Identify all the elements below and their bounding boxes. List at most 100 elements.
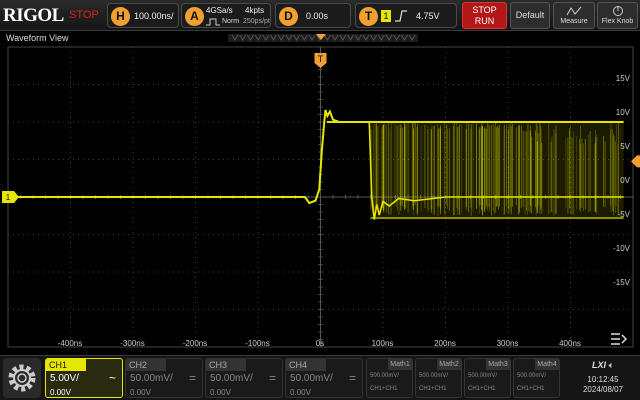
trigger-badge: T [359,7,378,26]
channel-scale: 50.00mV/ [290,373,333,384]
waveform-plot[interactable]: TT1 [0,44,640,354]
math-name: Math4 [535,359,559,370]
math-3-panel[interactable]: Math3 500.00mV/CH1+CH1 [464,358,511,398]
bottom-toolbar: CH1 5.00V/ ~0.00V CH2 50.00mV/ = 0.00V CH3 50.00… [0,355,640,400]
measure-icon [566,6,582,16]
measure-label: Measure [560,18,588,25]
settings-gear-button[interactable] [3,358,41,398]
x-axis-label: -300ns [120,339,145,348]
x-axis-label: 200ns [434,339,456,348]
math-2-panel[interactable]: Math2 500.00mV/CH1+CH1 [415,358,462,398]
ch1-trace [8,109,371,205]
math-operation: CH1+CH1 [517,386,545,392]
acquire-badge: A [185,7,204,26]
channel-name: CH2 [126,359,166,371]
horizontal-panel[interactable]: H 100.00ns/ [107,3,179,28]
knob-icon [612,6,623,16]
math-name: Math3 [486,359,510,370]
trigger-time-marker-label: T [318,54,324,64]
math-4-panel[interactable]: Math4 500.00mV/CH1+CH1 [513,358,560,398]
stop-run-button[interactable]: STOP RUN [462,2,507,29]
rigol-logo: RIGOL [3,5,64,26]
y-axis-label: 0V [620,176,630,185]
x-axis-label: 0s [315,339,325,348]
coupling-icon: = [188,371,196,385]
lxi-icon: LXI 🔈︎ [592,360,614,370]
y-axis-label: 15V [615,74,630,83]
trigger-level: 4.75V [416,11,440,21]
math-scale: 500.00mV/ [370,373,400,379]
clock-time: 10:12:45 [587,375,619,384]
x-axis-label: 300ns [496,339,519,348]
math-scale: 500.00mV/ [419,373,449,379]
default-button[interactable]: Default [510,2,550,29]
oscilloscope-screen: RIGOL STOP H 100.00ns/ A 4GSa/s 4kpts No… [0,0,640,400]
y-axis-label: -5V [617,210,630,219]
speaker-icon[interactable]: 🔈︎ [609,360,614,370]
clock-date: 2024/08/07 [582,385,624,394]
trigger-level-marker [631,155,640,168]
math-1-panel[interactable]: Math1 500.00mV/CH1+CH1 [366,358,413,398]
math-name: Math2 [437,359,461,370]
math-operation: CH1+CH1 [370,386,398,392]
channel-1-panel[interactable]: CH1 5.00V/ ~0.00V [45,358,123,398]
coupling-icon: ~ [108,371,116,385]
trigger-source-badge: 1 [381,10,391,22]
memory-depth: 4kpts [245,6,265,15]
channel-offset: 0.00V [130,388,151,397]
channel-3-panel[interactable]: CH3 50.00mV/ = 0.00V [205,358,283,398]
channel-name: CH1 [46,359,86,371]
status-clock: LXI 🔈︎ 10:12:45 2024/08/07 [568,358,638,398]
rising-edge-icon [395,10,407,22]
run-state-indicator[interactable]: STOP [69,9,99,21]
channel-offset: 0.00V [210,388,231,397]
ch1-ground-marker [2,191,19,203]
trigger-panel[interactable]: T 1 4.75V [355,3,457,28]
ch1-ground-marker-label: 1 [6,193,11,202]
run-label: RUN [474,16,495,26]
channel-scale: 50.00mV/ [130,373,173,384]
math-operation: CH1+CH1 [468,386,496,392]
channel-offset: 0.00V [50,388,71,397]
persistence-band [370,120,624,220]
channel-scale: 5.00V/ [50,373,79,384]
coupling-icon: = [348,371,356,385]
flex-knob-button[interactable]: Flex Knob [597,2,638,29]
acquire-mode: Norm [222,18,240,25]
y-axis-label: -10V [613,244,630,253]
coupling-icon: = [268,371,276,385]
waveform-view-title: Waveform View [6,33,69,43]
channel-4-panel[interactable]: CH4 50.00mV/ = 0.00V [285,358,363,398]
math-scale: 500.00mV/ [468,373,498,379]
math-operation: CH1+CH1 [419,386,447,392]
x-axis-label: -100ns [245,339,270,348]
math-scale: 500.00mV/ [517,373,547,379]
gear-icon [8,364,36,392]
sample-rate: 4GSa/s [206,6,233,15]
stop-label: STOP [472,5,497,15]
delay-value: 0.00s [306,11,329,21]
x-axis-label: -400ns [57,339,83,348]
acq-mode-icon [206,18,220,26]
horizontal-position-bar[interactable] [228,34,418,42]
sample-interval: 250ps/pt [243,18,270,25]
math-name: Math1 [388,359,412,370]
channel-name: CH3 [206,359,246,371]
channel-2-panel[interactable]: CH2 50.00mV/ = 0.00V [125,358,203,398]
delay-panel[interactable]: D 0.00s [275,3,351,28]
channel-name: CH4 [286,359,326,371]
measure-button[interactable]: Measure [553,2,595,29]
top-toolbar: RIGOL STOP H 100.00ns/ A 4GSa/s 4kpts No… [0,0,640,31]
horizontal-badge: H [111,7,130,26]
timebase-value: 100.00ns/ [134,11,174,21]
channel-offset: 0.00V [290,388,311,397]
x-axis-label: 100ns [371,339,394,348]
acquire-panel[interactable]: A 4GSa/s 4kpts Norm 250ps/pt [181,3,271,28]
y-axis-label: -15V [613,278,630,287]
channel-scale: 50.00mV/ [210,373,253,384]
x-axis-label: 400ns [559,339,581,348]
x-axis-label: -200ns [182,339,208,348]
trigger-time-marker: T [314,53,327,68]
y-axis-label: 5V [620,142,630,151]
menu-icon[interactable] [611,333,627,345]
